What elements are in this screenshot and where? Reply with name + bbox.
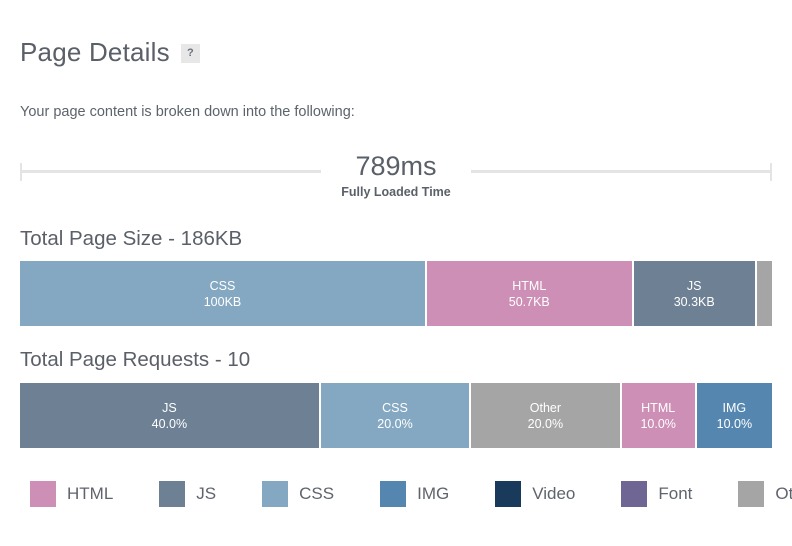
bar-segment-value: 50.7KB	[508, 294, 550, 309]
legend-item-video[interactable]: Video	[495, 481, 575, 507]
legend-item-label: Other	[775, 484, 792, 503]
legend-swatch-icon	[738, 481, 765, 507]
legend-item-label: Video	[532, 484, 576, 503]
bar-segment-other[interactable]	[756, 261, 772, 327]
bar-segment-value: 100KB	[203, 294, 242, 309]
bar-segment-js[interactable]: JS 30.3KB	[633, 261, 757, 327]
legend-item-html[interactable]: HTML	[30, 481, 113, 507]
bar-segment-html[interactable]: HTML 50.7KB	[427, 261, 634, 327]
bar-segment-value: 20.0%	[527, 416, 564, 431]
bar-segment-label: HTML	[641, 400, 676, 415]
legend-swatch-icon	[621, 481, 648, 507]
bar-segment-value: 20.0%	[377, 416, 413, 431]
legend-swatch-icon	[495, 481, 522, 507]
bar-segment-label: CSS	[382, 400, 408, 415]
legend-item-label: Font	[658, 484, 693, 503]
bar-segment-label: CSS	[209, 278, 236, 293]
bar-segment-value: 30.3KB	[673, 294, 715, 309]
chart-legend: HTML JS CSS IMG Video Font Other	[20, 481, 792, 507]
page-requests-stacked-bar: JS 40.0% CSS 20.0% Other 20.0% HTML 10.0% IMG 10.…	[20, 383, 772, 448]
total-page-requests-title: Total Page Requests - 10	[20, 348, 251, 372]
total-page-size-section: Total Page Size - 186KB CSS 100KB HTML 50.7…	[20, 227, 772, 327]
legend-item-label: CSS	[299, 484, 335, 503]
page-details-panel: Page Details ? Your page content is brok…	[0, 0, 792, 546]
page-subtitle: Your page content is broken down into th…	[20, 103, 355, 120]
legend-swatch-icon	[30, 481, 56, 507]
legend-item-label: HTML	[67, 484, 114, 503]
legend-swatch-icon	[380, 481, 407, 507]
legend-item-img[interactable]: IMG	[380, 481, 449, 507]
total-page-size-title: Total Page Size - 186KB	[20, 226, 243, 250]
bar-segment-label: IMG	[722, 400, 747, 415]
help-icon[interactable]: ?	[180, 43, 200, 63]
bar-segment-value: 40.0%	[151, 416, 188, 431]
bar-segment-other[interactable]: Other 20.0%	[471, 383, 622, 448]
legend-swatch-icon	[159, 481, 186, 507]
page-header: Page Details ?	[20, 0, 772, 83]
legend-item-js[interactable]: JS	[159, 481, 216, 507]
bar-segment-label: Other	[529, 400, 562, 415]
bar-segment-js[interactable]: JS 40.0%	[20, 383, 321, 448]
bar-segment-value: 10.0%	[716, 416, 753, 431]
bar-segment-value: 10.0%	[640, 416, 676, 431]
bar-segment-img[interactable]: IMG 10.0%	[696, 383, 772, 448]
page-title: Page Details	[20, 37, 170, 68]
legend-item-label: JS	[196, 484, 217, 503]
legend-item-css[interactable]: CSS	[262, 481, 334, 507]
bar-segment-css[interactable]: CSS 100KB	[20, 261, 428, 327]
bar-segment-label: HTML	[512, 278, 547, 293]
legend-item-other[interactable]: Other	[738, 481, 792, 507]
total-page-requests-section: Total Page Requests - 10 JS 40.0% CSS 20.0%…	[20, 348, 772, 448]
legend-item-font[interactable]: Font	[621, 481, 692, 507]
legend-item-label: IMG	[417, 484, 450, 503]
fully-loaded-time-label: Fully Loaded Time	[341, 184, 451, 199]
bar-segment-html[interactable]: HTML 10.0%	[621, 383, 697, 448]
page-size-stacked-bar: CSS 100KB HTML 50.7KB JS 30.3KB	[20, 261, 772, 327]
bar-segment-label: JS	[162, 400, 177, 415]
bar-segment-label: JS	[686, 278, 702, 293]
bar-segment-css[interactable]: CSS 20.0%	[320, 383, 472, 448]
fully-loaded-time-value: 789ms	[355, 150, 437, 181]
fully-loaded-time-block: 789ms Fully Loaded Time	[20, 149, 772, 205]
legend-swatch-icon	[262, 481, 289, 507]
